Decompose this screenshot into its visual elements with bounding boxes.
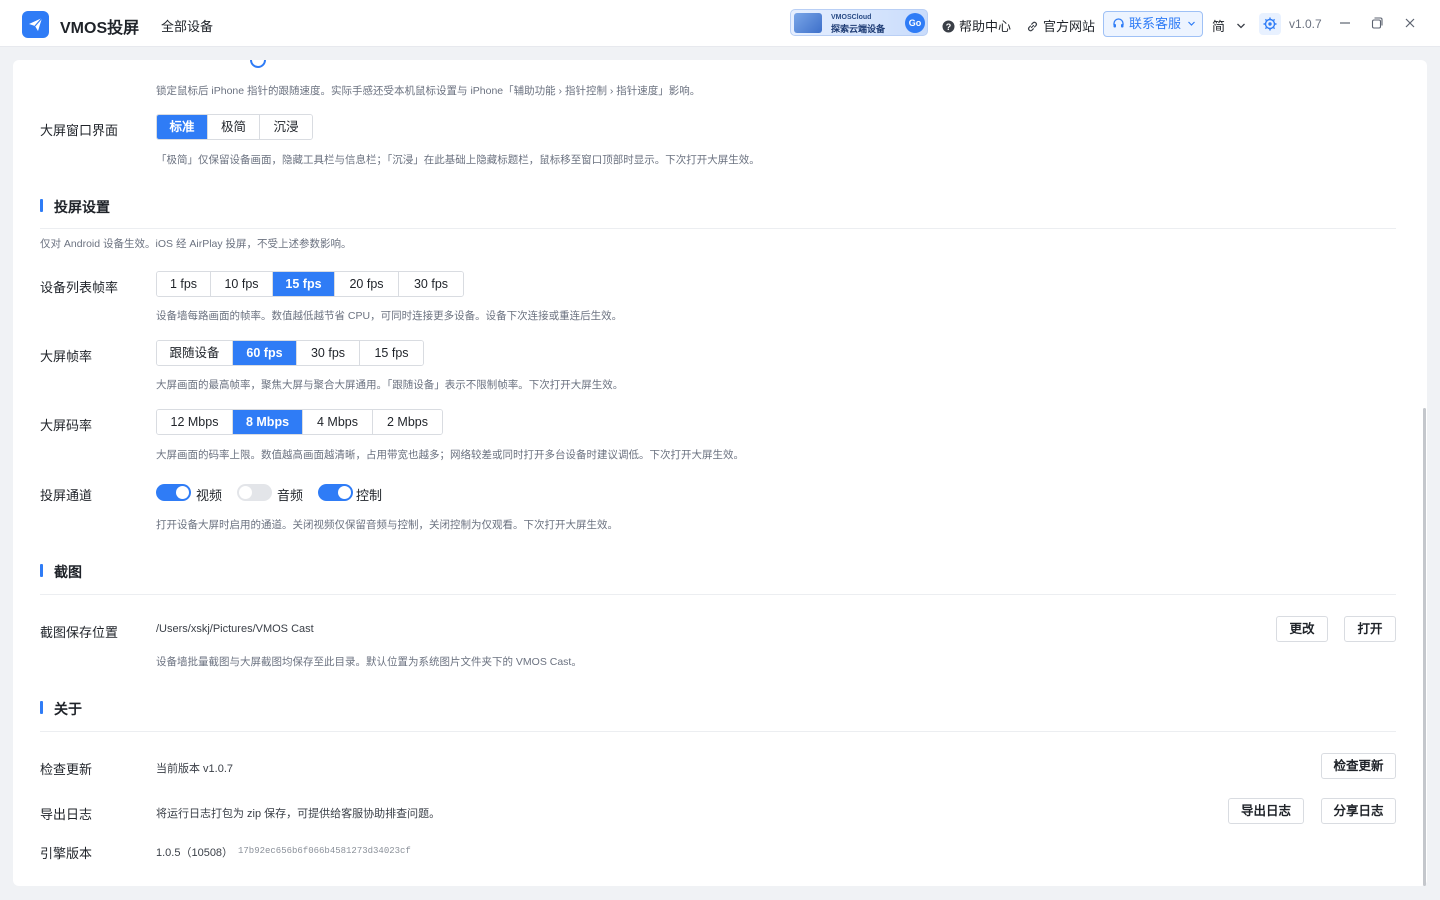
headset-icon	[1112, 14, 1125, 38]
video-channel-label: 视频	[196, 488, 223, 503]
engine-build-hash: 17b92ec656b6f066b4581273d34023cf	[238, 846, 411, 856]
bitrate-option-8[interactable]: 8 Mbps	[233, 410, 303, 434]
bitrate-option-4[interactable]: 4 Mbps	[303, 410, 373, 434]
bitrate-option-12[interactable]: 12 Mbps	[157, 410, 233, 434]
bitrate-segmented: 12 Mbps 8 Mbps 4 Mbps 2 Mbps	[156, 409, 443, 435]
settings-gear-icon[interactable]	[1259, 13, 1281, 35]
list-fps-option-15[interactable]: 15 fps	[273, 272, 335, 296]
list-fps-option-20[interactable]: 20 fps	[335, 272, 399, 296]
pointer-speed-slider-thumb[interactable]	[250, 60, 266, 68]
list-fps-option-1[interactable]: 1 fps	[157, 272, 211, 296]
change-path-button[interactable]: 更改	[1276, 616, 1328, 642]
svg-text:?: ?	[946, 22, 952, 32]
share-log-button[interactable]: 分享日志	[1321, 798, 1396, 824]
current-version-text: 当前版本 v1.0.7	[156, 763, 234, 775]
section-divider	[40, 731, 1396, 732]
window-ui-option-minimal[interactable]: 极简	[208, 115, 260, 139]
restore-window-icon[interactable]	[1369, 15, 1385, 31]
audio-channel-label: 音频	[277, 488, 304, 503]
toggle-knob	[338, 486, 351, 499]
pointer-speed-description: 锁定鼠标后 iPhone 指针的跟随速度。实际手感还受本机鼠标设置与 iPhon…	[156, 85, 701, 97]
app-logo-icon	[22, 11, 49, 38]
export-log-button[interactable]: 导出日志	[1228, 798, 1304, 824]
contact-support-button[interactable]: 联系客服	[1103, 11, 1203, 37]
settings-panel: 锁定鼠标后 iPhone 指针的跟随速度。实际手感还受本机鼠标设置与 iPhon…	[13, 60, 1427, 886]
promo-brand: VMOSCloud	[831, 14, 872, 21]
nav-all-devices[interactable]: 全部设备	[161, 16, 213, 35]
window-ui-label: 大屏窗口界面	[40, 123, 119, 138]
screenshot-title: 截图	[54, 564, 82, 580]
section-divider	[40, 594, 1396, 595]
list-fps-description: 设备墙每路画面的帧率。数值越低越节省 CPU，可同时连接更多设备。设备下次连接或…	[156, 310, 623, 322]
promo-device-image	[794, 13, 822, 33]
about-title: 关于	[54, 701, 82, 717]
check-update-button[interactable]: 检查更新	[1321, 753, 1396, 779]
open-folder-button[interactable]: 打开	[1344, 616, 1396, 642]
big-fps-option-follow[interactable]: 跟随设备	[157, 341, 233, 365]
language-chevron-down-icon[interactable]	[1236, 18, 1246, 36]
app-name: VMOS投屏	[60, 20, 140, 37]
export-log-label: 导出日志	[40, 807, 93, 822]
cast-settings-title: 投屏设置	[54, 199, 110, 215]
minimize-icon[interactable]	[1337, 15, 1353, 31]
big-fps-option-60[interactable]: 60 fps	[233, 341, 297, 365]
screenshot-description: 设备墙批量截图与大屏截图均保存至此目录。默认位置为系统图片文件夹下的 VMOS …	[156, 656, 582, 668]
window-ui-option-standard[interactable]: 标准	[157, 115, 208, 139]
window-ui-description: 「极简」仅保留设备画面，隐藏工具栏与信息栏；「沉浸」在此基础上隐藏标题栏，鼠标移…	[156, 154, 760, 166]
screenshot-save-label: 截图保存位置	[40, 625, 119, 640]
section-divider	[40, 228, 1396, 229]
big-fps-option-30[interactable]: 30 fps	[297, 341, 360, 365]
close-icon[interactable]	[1402, 15, 1418, 31]
export-log-description: 将运行日志打包为 zip 保存，可提供给客服协助排查问题。	[156, 808, 441, 820]
check-update-label: 检查更新	[40, 762, 93, 777]
big-fps-option-15[interactable]: 15 fps	[360, 341, 423, 365]
title-bar: VMOS投屏 全部设备 VMOSCloud 探索云端设备 Go ? 帮助中心 官…	[0, 0, 1440, 47]
language-selector[interactable]: 简	[1212, 16, 1225, 35]
bitrate-option-2[interactable]: 2 Mbps	[373, 410, 442, 434]
list-fps-segmented: 1 fps 10 fps 15 fps 20 fps 30 fps	[156, 271, 464, 297]
audio-channel-toggle[interactable]	[237, 484, 272, 501]
help-icon: ?	[942, 20, 955, 36]
official-site-label: 官方网站	[1043, 19, 1096, 34]
section-marker	[40, 199, 43, 212]
help-center-link[interactable]: ? 帮助中心	[942, 16, 1011, 36]
contact-support-label: 联系客服	[1129, 16, 1182, 31]
engine-version-value: 1.0.5（10508）	[156, 847, 234, 859]
list-fps-option-10[interactable]: 10 fps	[211, 272, 273, 296]
promo-go-button[interactable]: Go	[905, 13, 925, 33]
promo-title: 探索云端设备	[831, 24, 886, 34]
section-marker	[40, 564, 43, 577]
big-fps-segmented: 跟随设备 60 fps 30 fps 15 fps	[156, 340, 424, 366]
vertical-scrollbar[interactable]	[1423, 408, 1426, 886]
screenshot-save-path: /Users/xskj/Pictures/VMOS Cast	[156, 623, 314, 635]
window-ui-option-immersive[interactable]: 沉浸	[260, 115, 312, 139]
bitrate-label: 大屏码率	[40, 418, 93, 433]
channels-description: 打开设备大屏时启用的通道。关闭视频仅保留音频与控制，关闭控制为仅观看。下次打开大…	[156, 519, 618, 531]
big-fps-description: 大屏画面的最高帧率，聚焦大屏与聚合大屏通用。「跟随设备」表示不限制帧率。下次打开…	[156, 379, 624, 391]
chevron-down-icon	[1187, 12, 1196, 36]
control-channel-toggle[interactable]	[318, 484, 353, 501]
vmoscloud-promo-banner[interactable]: VMOSCloud 探索云端设备 Go	[790, 9, 928, 36]
app-version: v1.0.7	[1289, 17, 1322, 31]
toggle-knob	[176, 486, 189, 499]
list-fps-option-30[interactable]: 30 fps	[399, 272, 463, 296]
section-marker	[40, 701, 43, 714]
official-site-link[interactable]: 官方网站	[1026, 16, 1095, 36]
cast-settings-subtitle: 仅对 Android 设备生效。iOS 经 AirPlay 投屏，不受上述参数影…	[40, 238, 352, 250]
help-center-label: 帮助中心	[959, 19, 1012, 34]
big-fps-label: 大屏帧率	[40, 349, 93, 364]
list-fps-label: 设备列表帧率	[40, 280, 119, 295]
engine-version-label: 引擎版本	[40, 846, 93, 861]
toggle-knob	[239, 486, 252, 499]
channels-label: 投屏通道	[40, 488, 93, 503]
bitrate-description: 大屏画面的码率上限。数值越高画面越清晰，占用带宽也越多；网络较差或同时打开多台设…	[156, 449, 744, 461]
window-ui-segmented: 标准 极简 沉浸	[156, 114, 313, 140]
control-channel-label: 控制	[356, 488, 383, 503]
video-channel-toggle[interactable]	[156, 484, 191, 501]
link-icon	[1026, 20, 1039, 36]
